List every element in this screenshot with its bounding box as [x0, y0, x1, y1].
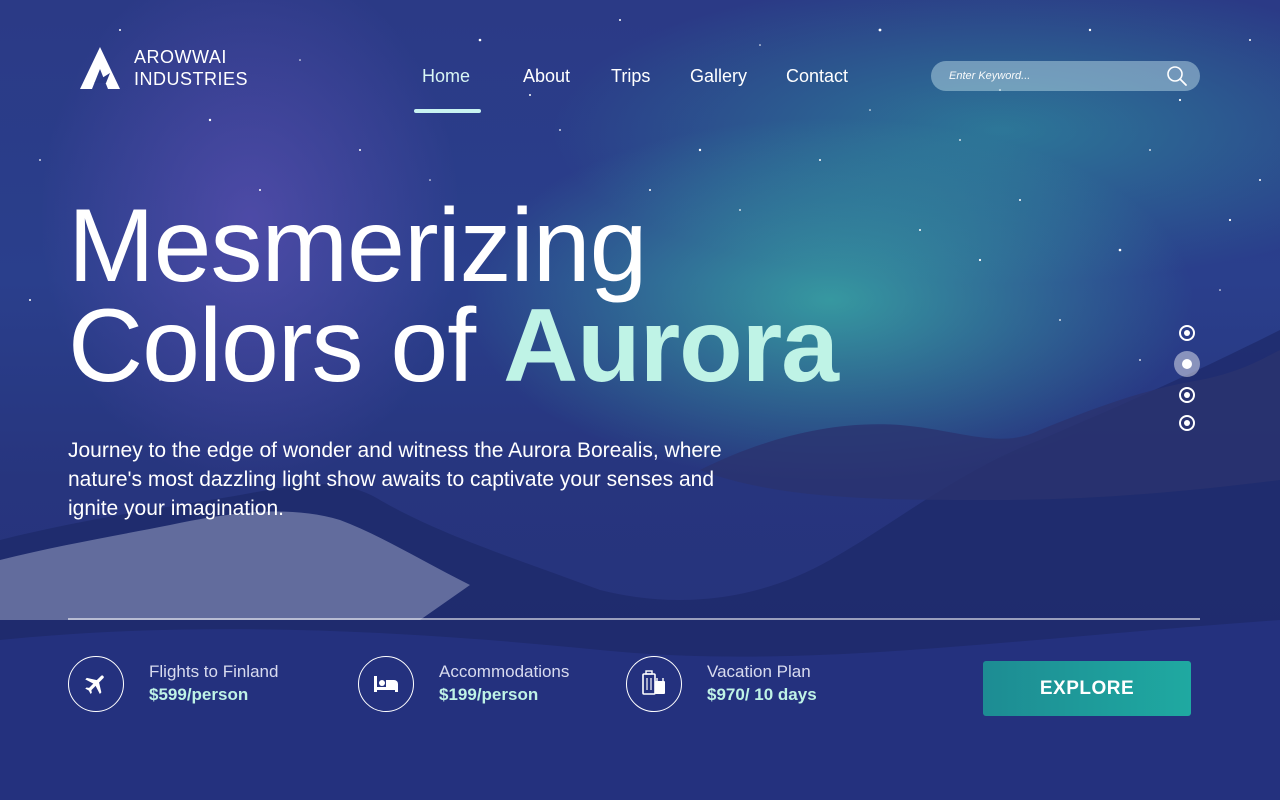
section-divider: [68, 618, 1200, 620]
offer-accommodations: Accommodations $199/person: [358, 656, 569, 712]
offer-vacation-plan: Vacation Plan $970/ 10 days: [626, 656, 817, 712]
nav-item-about[interactable]: About: [523, 66, 570, 87]
hero-title-accent: Aurora: [503, 288, 839, 404]
slider-dot-4[interactable]: [1179, 415, 1195, 431]
brand-name-line1: AROWWAI: [134, 47, 227, 67]
nav-item-gallery[interactable]: Gallery: [690, 66, 747, 87]
offer-label: Flights to Finland: [149, 662, 279, 681]
slider-dot-2[interactable]: [1174, 351, 1200, 377]
slider-dot-3[interactable]: [1179, 387, 1195, 403]
nav-item-home[interactable]: Home: [422, 66, 470, 87]
search-input[interactable]: [949, 70, 1159, 82]
nav-item-trips[interactable]: Trips: [611, 66, 650, 87]
slider-dot-1[interactable]: [1179, 325, 1195, 341]
hero-title-prefix: Colors of: [68, 288, 476, 404]
offer-price: $970/ 10 days: [707, 685, 817, 704]
nav-active-indicator: [414, 109, 481, 113]
hero-description: Journey to the edge of wonder and witnes…: [68, 439, 722, 520]
hero-title-line1: Mesmerizing: [68, 188, 647, 304]
hero-title: Mesmerizing Colors of Aurora: [68, 188, 839, 398]
offer-price: $599/person: [149, 685, 249, 704]
offer-flights: Flights to Finland $599/person: [68, 656, 278, 712]
search-bar: [931, 61, 1200, 91]
offer-label: Accommodations: [439, 662, 570, 681]
explore-button[interactable]: EXPLORE: [983, 661, 1191, 716]
luggage-icon: [626, 656, 682, 712]
nav-item-contact[interactable]: Contact: [786, 66, 848, 87]
offer-label: Vacation Plan: [707, 662, 811, 681]
search-icon[interactable]: [1166, 65, 1188, 87]
bed-icon: [358, 656, 414, 712]
airplane-icon: [68, 656, 124, 712]
offer-price: $199/person: [439, 685, 539, 704]
hero-title-line2: Colors of Aurora: [68, 294, 839, 398]
